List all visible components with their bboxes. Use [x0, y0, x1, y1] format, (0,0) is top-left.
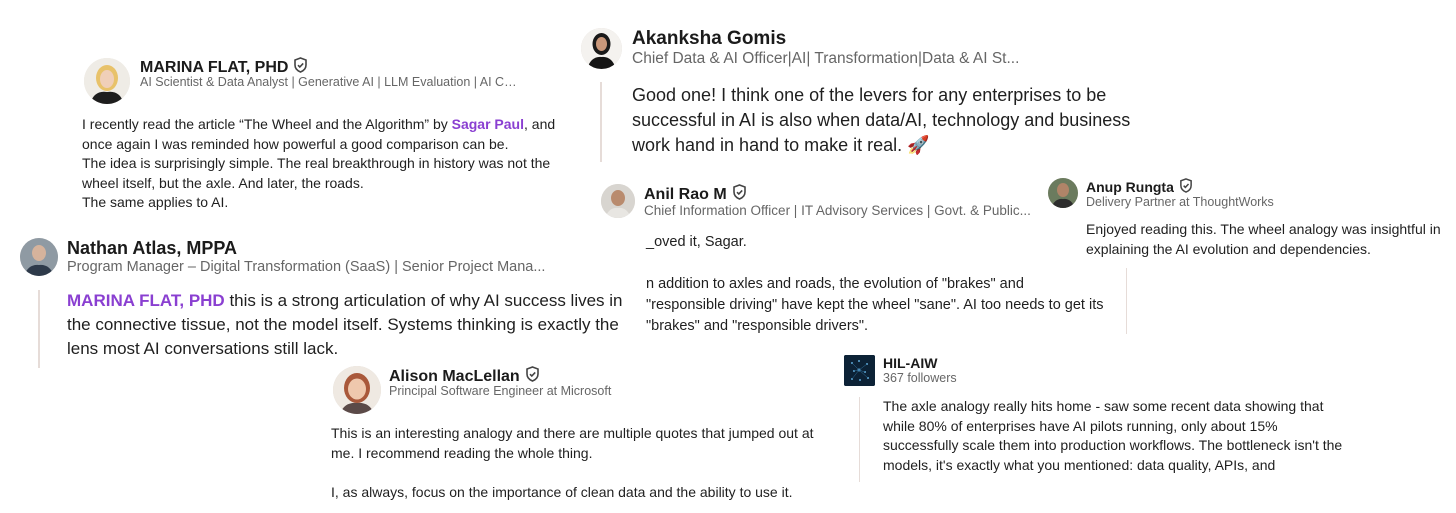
- verified-icon: [732, 184, 747, 205]
- comment-body-anil: _oved it, Sagar. n addition to axles and…: [646, 232, 1106, 337]
- thread-line: [38, 290, 40, 368]
- mention-link[interactable]: Sagar Paul: [452, 116, 524, 132]
- verified-icon: [1179, 178, 1193, 196]
- comment-text: _oved it, Sagar.: [646, 234, 747, 250]
- comment-body-alison: This is an interesting analogy and there…: [331, 424, 831, 502]
- comment-body-nathan: MARINA FLAT, PHD this is a strong articu…: [67, 289, 637, 361]
- avatar-hil[interactable]: [844, 355, 875, 386]
- avatar-anil[interactable]: [601, 184, 635, 218]
- thread-line: [600, 82, 602, 162]
- commenter-name[interactable]: Anil Rao M: [644, 186, 727, 204]
- comment-text: Good one! I think one of the levers for …: [632, 85, 1131, 155]
- comment-body-akanksha: Good one! I think one of the levers for …: [632, 83, 1152, 158]
- commenter-name[interactable]: Nathan Atlas, MPPA: [67, 238, 237, 259]
- avatar-akanksha[interactable]: [581, 28, 622, 69]
- name-hil[interactable]: HIL-AIW: [883, 355, 937, 371]
- comment-body-anup: Enjoyed reading this. The wheel analogy …: [1086, 220, 1451, 259]
- followers-hil: 367 followers: [883, 371, 957, 385]
- comment-text: The axle analogy really hits home - saw …: [883, 398, 1343, 473]
- comment-text: I recently read the article “The Wheel a…: [82, 116, 452, 132]
- headline-nathan: Program Manager – Digital Transformation…: [67, 259, 546, 275]
- headline-alison: Principal Software Engineer at Microsoft: [389, 384, 612, 398]
- headline-anil: Chief Information Officer | IT Advisory …: [644, 203, 1031, 218]
- headline-marina: AI Scientist & Data Analyst | Generative…: [140, 75, 520, 89]
- commenter-name[interactable]: HIL-AIW: [883, 355, 937, 371]
- commenter-name[interactable]: Akanksha Gomis: [632, 28, 786, 50]
- comment-text: Enjoyed reading this. The wheel analogy …: [1086, 221, 1441, 257]
- comment-body-marina: I recently read the article “The Wheel a…: [82, 115, 572, 213]
- headline-anup: Delivery Partner at ThoughtWorks: [1086, 195, 1274, 209]
- commenter-name[interactable]: MARINA FLAT, PHD: [140, 59, 288, 77]
- avatar-alison[interactable]: [333, 366, 381, 414]
- commenter-name[interactable]: Alison MacLellan: [389, 368, 520, 386]
- comment-text: I, as always, focus on the importance of…: [331, 483, 793, 500]
- avatar-marina[interactable]: [84, 58, 130, 104]
- avatar-nathan[interactable]: [20, 238, 58, 276]
- thread-line: [1126, 268, 1127, 334]
- name-akanksha[interactable]: Akanksha Gomis: [632, 28, 786, 50]
- thread-line: [859, 397, 860, 482]
- commenter-name[interactable]: Anup Rungta: [1086, 179, 1174, 195]
- comment-text: This is an interesting analogy and there…: [331, 425, 814, 461]
- name-anup[interactable]: Anup Rungta: [1086, 178, 1193, 196]
- comment-body-hil: The axle analogy really hits home - saw …: [883, 397, 1348, 475]
- headline-akanksha: Chief Data & AI Officer|AI| Transformati…: [632, 50, 1020, 67]
- comment-text: n addition to axles and roads, the evolu…: [646, 276, 1104, 334]
- avatar-anup[interactable]: [1048, 178, 1078, 208]
- name-nathan[interactable]: Nathan Atlas, MPPA: [67, 238, 237, 259]
- comment-text: The same applies to AI.: [82, 194, 229, 210]
- mention-link[interactable]: MARINA FLAT, PHD: [67, 291, 225, 310]
- name-anil[interactable]: Anil Rao M: [644, 184, 747, 205]
- comment-text: The idea is surprisingly simple. The rea…: [82, 155, 551, 191]
